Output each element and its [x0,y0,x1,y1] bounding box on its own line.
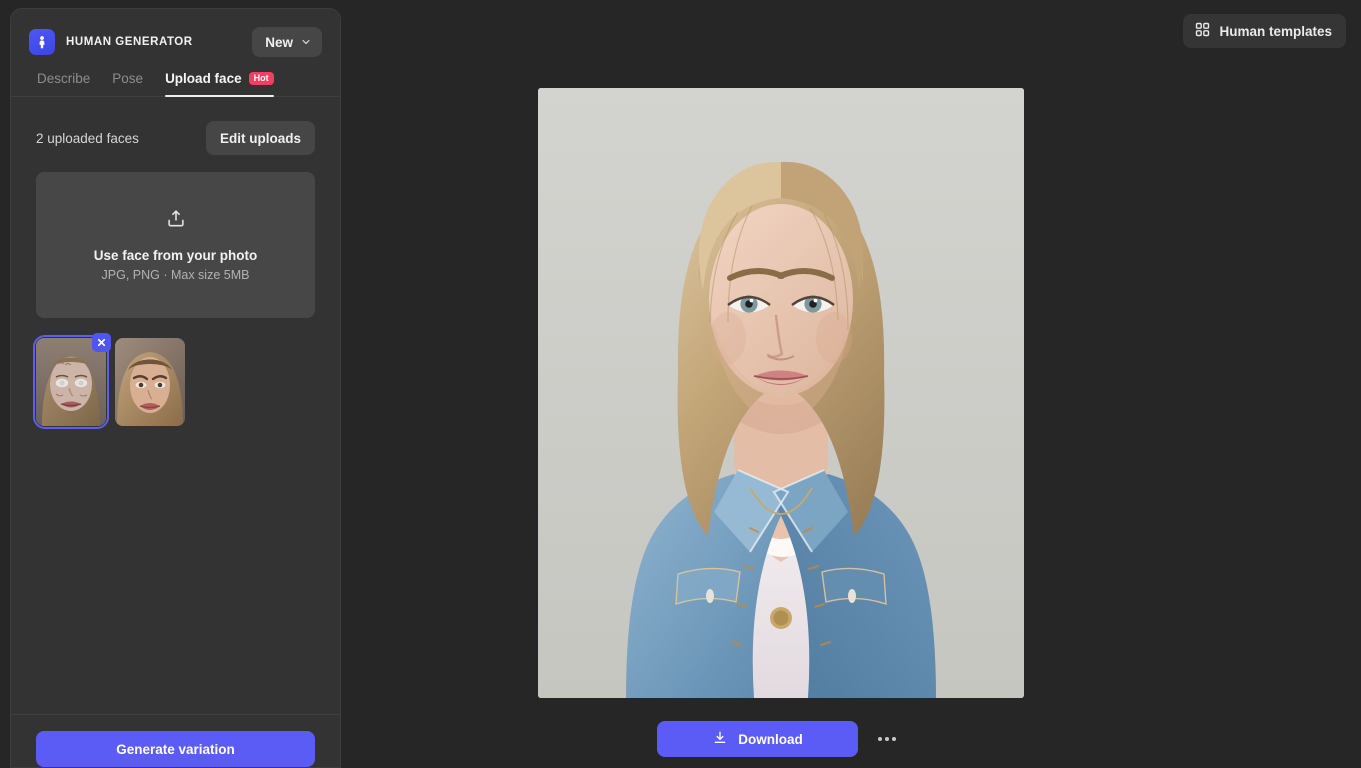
tab-upload-face[interactable]: Upload face Hot [165,71,274,97]
tab-upload-face-label: Upload face [165,71,242,86]
tab-pose-label: Pose [112,71,144,86]
chevron-down-icon [302,39,310,45]
brand-name: HUMAN GENERATOR [66,36,193,48]
left-sidebar-panel: HUMAN GENERATOR New Describe Pose Upload… [10,8,341,768]
uploaded-face-thumbnails [33,333,315,429]
new-dropdown-label: New [265,34,293,50]
uploaded-face-thumbnail-1[interactable] [33,333,111,429]
more-horizontal-icon [892,737,896,741]
uploaded-face-thumbnail-2[interactable] [115,338,185,426]
more-horizontal-icon [878,737,882,741]
more-options-button[interactable] [870,722,904,756]
human-figure-icon [29,29,55,55]
uploads-header-row: 2 uploaded faces Edit uploads [36,121,315,155]
dropzone-title: Use face from your photo [93,248,258,263]
dropzone-subtitle: JPG, PNG · Max size 5MB [101,268,250,282]
upload-icon [165,208,187,235]
uploaded-faces-count: 2 uploaded faces [36,130,139,146]
tab-describe-label: Describe [37,71,91,86]
generated-image-stage[interactable] [538,88,1024,698]
grid-2x2-icon [1195,22,1210,40]
tab-describe[interactable]: Describe [37,71,90,96]
edit-uploads-button[interactable]: Edit uploads [206,121,315,155]
hot-badge: Hot [248,72,274,85]
panel-footer: Generate variation [11,714,340,767]
tab-pose[interactable]: Pose [112,71,143,96]
canvas-actions: Download [657,721,904,757]
tab-bar: Describe Pose Upload face Hot [11,57,340,97]
upload-dropzone[interactable]: Use face from your photo JPG, PNG · Max … [36,172,315,318]
more-horizontal-icon [885,737,889,741]
app-root: HUMAN GENERATOR New Describe Pose Upload… [0,0,1361,768]
generated-portrait-image [538,88,1024,698]
brand-row: HUMAN GENERATOR New [29,27,322,57]
uploaded-face-image-2 [115,338,185,426]
download-button[interactable]: Download [657,721,858,757]
human-templates-label: Human templates [1219,23,1332,39]
human-templates-button[interactable]: Human templates [1183,14,1346,48]
panel-body: 2 uploaded faces Edit uploads Use face f… [11,97,340,714]
new-dropdown-button[interactable]: New [252,27,322,57]
download-label: Download [738,731,803,747]
download-icon [712,730,728,749]
generate-variation-button[interactable]: Generate variation [36,731,315,767]
close-icon[interactable] [92,333,111,352]
panel-header: HUMAN GENERATOR New Describe Pose Upload… [11,9,340,97]
